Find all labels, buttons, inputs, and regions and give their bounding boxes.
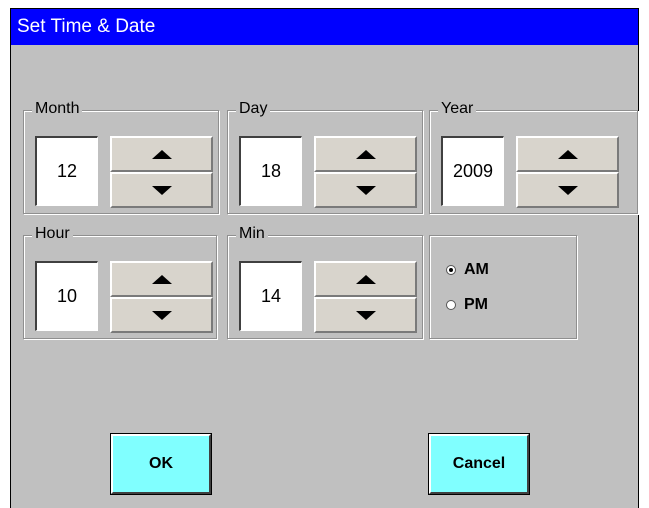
cancel-button[interactable]: Cancel <box>428 433 530 495</box>
pm-label: PM <box>464 296 488 313</box>
hour-decrement-button[interactable] <box>110 297 213 333</box>
ok-button[interactable]: OK <box>110 433 212 495</box>
day-decrement-button[interactable] <box>314 172 417 208</box>
month-value[interactable]: 12 <box>35 136 98 206</box>
minute-decrement-button[interactable] <box>314 297 417 333</box>
minute-increment-button[interactable] <box>314 261 417 297</box>
month-increment-button[interactable] <box>110 136 213 172</box>
am-radio-option[interactable]: AM <box>446 261 489 279</box>
up-arrow-icon <box>151 149 172 159</box>
up-arrow-icon <box>557 149 578 159</box>
minute-group: Min 14 <box>227 224 423 339</box>
ampm-group: AM PM <box>429 235 577 339</box>
minute-label: Min <box>236 224 268 244</box>
day-group: Day 18 <box>227 99 423 214</box>
am-label: AM <box>464 261 489 278</box>
year-decrement-button[interactable] <box>516 172 619 208</box>
hour-value[interactable]: 10 <box>35 261 98 331</box>
down-arrow-icon <box>151 310 172 320</box>
hour-increment-button[interactable] <box>110 261 213 297</box>
month-group: Month 12 <box>23 99 219 214</box>
day-label: Day <box>236 99 271 119</box>
down-arrow-icon <box>151 185 172 195</box>
pm-radio-option[interactable]: PM <box>446 296 488 314</box>
set-time-date-dialog: Set Time & Date Month 12 Day 18 Year 200… <box>10 8 639 508</box>
up-arrow-icon <box>355 274 376 284</box>
year-group: Year 2009 <box>429 99 638 214</box>
down-arrow-icon <box>557 185 578 195</box>
up-arrow-icon <box>355 149 376 159</box>
hour-group: Hour 10 <box>23 224 217 339</box>
day-value[interactable]: 18 <box>239 136 302 206</box>
dialog-title: Set Time & Date <box>11 9 638 45</box>
minute-value[interactable]: 14 <box>239 261 302 331</box>
month-label: Month <box>32 99 83 119</box>
radio-unselected-icon[interactable] <box>446 300 456 310</box>
year-label: Year <box>438 99 477 119</box>
radio-selected-icon[interactable] <box>446 265 456 275</box>
hour-label: Hour <box>32 224 73 244</box>
up-arrow-icon <box>151 274 172 284</box>
down-arrow-icon <box>355 185 376 195</box>
month-decrement-button[interactable] <box>110 172 213 208</box>
year-increment-button[interactable] <box>516 136 619 172</box>
year-value[interactable]: 2009 <box>441 136 504 206</box>
day-increment-button[interactable] <box>314 136 417 172</box>
down-arrow-icon <box>355 310 376 320</box>
